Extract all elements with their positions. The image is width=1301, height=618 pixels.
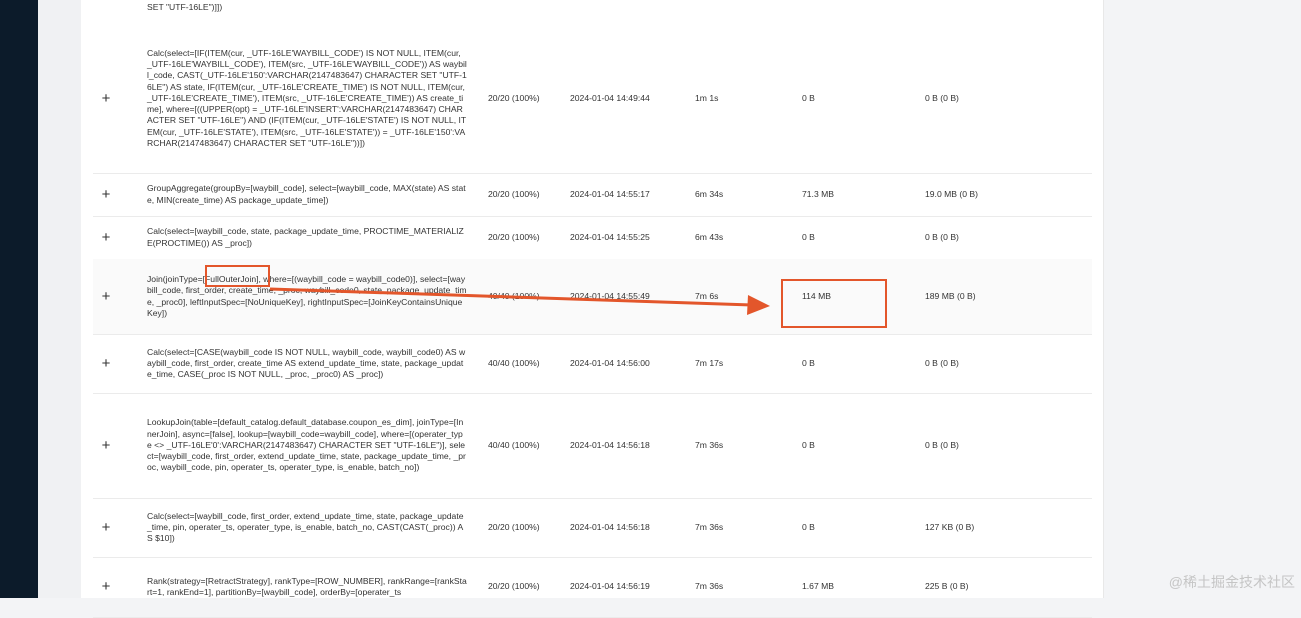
duration: 1m 1s	[695, 92, 719, 103]
output-size: 0 B (0 B)	[925, 357, 959, 368]
operator-name: Calc(select=[CASE(waybill_code IS NOT NU…	[147, 346, 466, 380]
table-row[interactable]: + Calc(select=[waybill_code, first_order,…	[93, 498, 1092, 558]
start-time: 2024-01-04 14:56:19	[570, 581, 650, 592]
duration: 7m 17s	[695, 357, 724, 368]
output-size: 189 MB (0 B)	[925, 290, 976, 301]
operator-name: LookupJoin(table=[default_catalog.defaul…	[147, 417, 466, 473]
start-time: 2024-01-04 14:56:18	[570, 439, 650, 450]
operator-name: Rank(strategy=[RetractStrategy], rankTyp…	[147, 575, 467, 597]
parallelism: 20/20 (100%)	[488, 521, 540, 532]
start-time: 2024-01-04 14:55:17	[570, 188, 650, 199]
output-size: 0 B (0 B)	[925, 231, 959, 242]
parallelism: 40/40 (100%)	[488, 439, 540, 450]
expand-row-button[interactable]: +	[93, 557, 119, 617]
expand-row-button[interactable]: +	[93, 259, 119, 334]
output-size: 0 B (0 B)	[925, 92, 959, 103]
expand-row-button[interactable]: +	[93, 24, 119, 173]
table-row[interactable]: + Rank(strategy=[RetractStrategy], rankTy…	[93, 557, 1092, 618]
table-row[interactable]: + LookupJoin(table=[default_catalog.defau…	[93, 393, 1092, 499]
start-time: 2024-01-04 14:55:25	[570, 231, 650, 242]
watermark: @稀土掘金技术社区	[1168, 574, 1295, 590]
app-sidebar	[0, 0, 38, 598]
state-size: 0 B	[802, 439, 815, 450]
start-time: 2024-01-04 14:55:49	[570, 290, 650, 301]
table-row[interactable]: + Calc(select=[CASE(waybill_code IS NOT N…	[93, 334, 1092, 394]
output-size: 127 KB (0 B)	[925, 521, 975, 532]
state-size: 0 B	[802, 521, 815, 532]
state-size: 0 B	[802, 357, 815, 368]
parallelism: 20/20 (100%)	[488, 231, 540, 242]
highlight-box-join-type	[205, 265, 270, 287]
expand-row-button[interactable]: +	[93, 334, 119, 393]
output-size: 0 B (0 B)	[925, 439, 959, 450]
expand-row-button[interactable]: +	[93, 216, 119, 259]
state-size: 0 B	[802, 92, 815, 103]
expand-row-button[interactable]: +	[93, 173, 119, 216]
parallelism: 20/20 (100%)	[488, 581, 540, 592]
operator-name: GroupAggregate(groupBy=[waybill_code], s…	[147, 183, 466, 205]
operator-name: Calc(select=[waybill_code, first_order, …	[147, 510, 464, 544]
duration: 6m 43s	[695, 231, 724, 242]
state-size: 1.67 MB	[802, 581, 835, 592]
parallelism: 40/40 (100%)	[488, 290, 540, 301]
expand-row-button[interactable]: +	[93, 393, 119, 498]
state-size: 0 B	[802, 231, 815, 242]
output-size: 19.0 MB (0 B)	[925, 188, 979, 199]
table-row[interactable]: + Calc(select=[IF(ITEM(cur, _UTF-16LE'WAY…	[93, 24, 1092, 174]
operator-name: Calc(select=[waybill_code, state, packag…	[147, 226, 464, 248]
duration: 7m 36s	[695, 581, 724, 592]
highlight-box-state-size	[781, 279, 887, 328]
start-time: 2024-01-04 14:49:44	[570, 92, 650, 103]
start-time: 2024-01-04 14:56:18	[570, 521, 650, 532]
duration: 6m 34s	[695, 188, 724, 199]
table-row[interactable]: + GroupAggregate(groupBy=[waybill_code], …	[93, 173, 1092, 217]
table-row[interactable]: + Calc(select=[waybill_code, state, packa…	[93, 216, 1092, 260]
expand-row-button[interactable]: +	[93, 498, 119, 557]
duration: 7m 36s	[695, 521, 724, 532]
operator-name: Join(joinType=[FullOuterJoin], where=[(w…	[147, 274, 467, 318]
parallelism: 20/20 (100%)	[488, 188, 540, 199]
start-time: 2024-01-04 14:56:00	[570, 357, 650, 368]
duration: 7m 6s	[695, 290, 719, 301]
state-size: 71.3 MB	[802, 188, 835, 199]
duration: 7m 36s	[695, 439, 724, 450]
output-size: 225 B (0 B)	[925, 581, 969, 592]
left-gutter	[38, 0, 81, 598]
parallelism: 40/40 (100%)	[488, 357, 540, 368]
previous-row-fragment: SET "UTF-16LE")]])	[147, 2, 223, 12]
parallelism: 20/20 (100%)	[488, 92, 540, 103]
operator-name: Calc(select=[IF(ITEM(cur, _UTF-16LE'WAYB…	[147, 48, 467, 148]
